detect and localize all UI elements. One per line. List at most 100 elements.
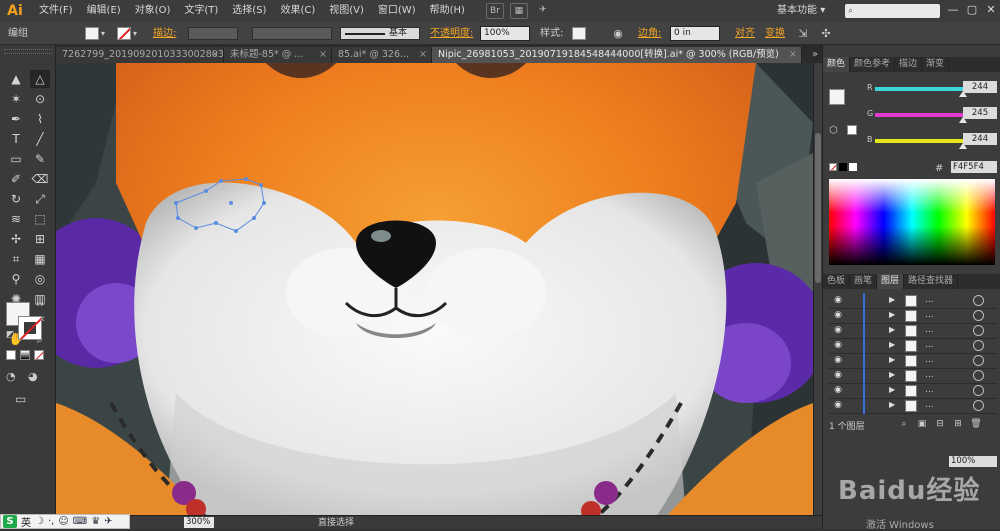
- close-icon[interactable]: ×: [319, 47, 327, 63]
- tab-gradient[interactable]: 渐变: [922, 57, 950, 72]
- target-circle-icon[interactable]: [973, 295, 984, 306]
- corner-label[interactable]: 边角:: [638, 22, 661, 45]
- layer-row[interactable]: ◉ ▶...: [829, 353, 997, 369]
- align-link[interactable]: 对齐: [735, 22, 755, 45]
- menu-type[interactable]: 文字(T): [177, 0, 225, 22]
- swap-fill-stroke-icon[interactable]: ↔: [36, 300, 44, 310]
- menu-select[interactable]: 选择(S): [225, 0, 273, 22]
- expand-arrow-icon[interactable]: ▶: [889, 355, 895, 364]
- new-sublayer-icon[interactable]: ⊟: [933, 419, 947, 431]
- tab-document-active[interactable]: Nipic_26981053_20190719184548444000[转换].…: [432, 47, 802, 63]
- ime-language[interactable]: 英: [19, 514, 33, 529]
- chevron-down-icon[interactable]: ▾: [101, 22, 105, 45]
- expand-arrow-icon[interactable]: ▶: [889, 370, 895, 379]
- none-swatch[interactable]: [829, 163, 837, 171]
- emoji-icon[interactable]: ☺: [56, 516, 70, 527]
- hex-color-field[interactable]: F4F5F4: [951, 161, 997, 173]
- expand-arrow-icon[interactable]: ▶: [889, 340, 895, 349]
- white-swatch[interactable]: [849, 163, 857, 171]
- toolbar-grip[interactable]: [4, 49, 52, 54]
- target-circle-icon[interactable]: [973, 310, 984, 321]
- corner-radius-field[interactable]: 0 in: [670, 26, 720, 41]
- tab-brushes[interactable]: 画笔: [850, 274, 878, 289]
- menu-file[interactable]: 文件(F): [32, 0, 80, 22]
- magic-wand-tool-icon[interactable]: ✶: [6, 90, 26, 108]
- tab-document-2[interactable]: 未标题-85* @ ... ×: [224, 47, 332, 63]
- color-mode-icon[interactable]: [6, 350, 16, 360]
- menu-object[interactable]: 对象(O): [128, 0, 178, 22]
- expand-arrow-icon[interactable]: ▶: [889, 325, 895, 334]
- eye-icon[interactable]: ◉: [831, 310, 845, 321]
- eye-icon[interactable]: ◉: [831, 385, 845, 396]
- menu-effect[interactable]: 效果(C): [273, 0, 322, 22]
- eye-icon[interactable]: ◉: [831, 295, 845, 306]
- pencil-tool-icon[interactable]: ✐: [6, 170, 26, 188]
- close-window-button[interactable]: ✕: [982, 0, 1000, 20]
- curvature-tool-icon[interactable]: ⌇: [30, 110, 50, 128]
- isolate-group-icon[interactable]: ⇲: [795, 26, 811, 41]
- target-circle-icon[interactable]: [973, 340, 984, 351]
- close-icon[interactable]: ×: [419, 47, 427, 63]
- moon-icon[interactable]: ☽: [33, 516, 46, 527]
- menu-view[interactable]: 视图(V): [322, 0, 371, 22]
- rotate-tool-icon[interactable]: ↻: [6, 190, 26, 208]
- direct-selection-tool-icon[interactable]: △: [30, 70, 50, 88]
- maximize-button[interactable]: ▢: [963, 0, 981, 20]
- search-input[interactable]: ⌕: [845, 4, 940, 18]
- width-tool-icon[interactable]: ≋: [6, 210, 26, 228]
- percentage-field[interactable]: 100%: [949, 456, 997, 467]
- none-mode-icon[interactable]: [34, 350, 44, 360]
- tab-color[interactable]: 颜色: [823, 57, 851, 72]
- eye-icon[interactable]: ◉: [831, 370, 845, 381]
- graphic-style-swatch[interactable]: [572, 27, 586, 40]
- fill-swatch[interactable]: [85, 27, 99, 40]
- target-circle-icon[interactable]: [973, 370, 984, 381]
- color-spectrum[interactable]: [829, 179, 995, 265]
- zoom-field[interactable]: 300%: [184, 517, 214, 528]
- variable-width-dropdown[interactable]: [252, 27, 332, 40]
- expand-arrow-icon[interactable]: ▶: [889, 295, 895, 304]
- recolor-artwork-icon[interactable]: ◉: [610, 26, 626, 41]
- paintbrush-tool-icon[interactable]: ✎: [30, 150, 50, 168]
- blend-tool-icon[interactable]: ◎: [30, 270, 50, 288]
- web-safe-icon[interactable]: [847, 125, 857, 135]
- minimize-button[interactable]: —: [944, 0, 962, 20]
- b-value-field[interactable]: 244: [963, 133, 997, 145]
- gradient-tool-icon[interactable]: ▦: [30, 250, 50, 268]
- chevron-down-icon[interactable]: ▾: [133, 22, 137, 45]
- tab-document-1[interactable]: 7262799_20190920103330028031.ai* @ ...×: [56, 47, 224, 63]
- new-layer-icon[interactable]: ⊞: [951, 419, 965, 431]
- color-fill-box[interactable]: [829, 89, 845, 105]
- tab-pathfinder[interactable]: 路径查找器: [904, 274, 959, 289]
- layer-row[interactable]: ◉ ▶...: [829, 308, 997, 324]
- tabs-overflow-icon[interactable]: »: [812, 47, 818, 63]
- shape-builder-tool-icon[interactable]: ✢: [6, 230, 26, 248]
- stroke-weight-dropdown[interactable]: [188, 27, 238, 40]
- gradient-mode-icon[interactable]: [20, 350, 30, 360]
- pen-tool-icon[interactable]: ✒: [6, 110, 26, 128]
- bridge-icon[interactable]: Br: [485, 3, 504, 19]
- eye-icon[interactable]: ◉: [831, 340, 845, 351]
- expand-arrow-icon[interactable]: ▶: [889, 385, 895, 394]
- tab-document-3[interactable]: 85.ai* @ 326... ×: [332, 47, 432, 63]
- stroke-color-box[interactable]: [18, 316, 42, 340]
- free-transform-tool-icon[interactable]: ⬚: [30, 210, 50, 228]
- perspective-grid-tool-icon[interactable]: ⊞: [30, 230, 50, 248]
- eye-icon[interactable]: ◉: [831, 325, 845, 336]
- tab-stroke[interactable]: 描边: [895, 57, 923, 72]
- menu-edit[interactable]: 编辑(E): [80, 0, 128, 22]
- selection-tool-icon[interactable]: ▲: [6, 70, 26, 88]
- eye-icon[interactable]: ◉: [831, 400, 845, 411]
- scale-tool-icon[interactable]: ⤢: [30, 190, 50, 208]
- tools-icon[interactable]: ✈: [102, 516, 114, 527]
- sync-icon[interactable]: ✈: [534, 3, 552, 19]
- mesh-tool-icon[interactable]: ⌗: [6, 250, 26, 268]
- opacity-field[interactable]: 100%: [480, 26, 530, 41]
- layer-row[interactable]: ◉ ▶...: [829, 398, 997, 414]
- stroke-swatch[interactable]: [117, 27, 131, 40]
- opacity-label[interactable]: 不透明度:: [430, 22, 473, 45]
- menu-help[interactable]: 帮助(H): [423, 0, 472, 22]
- tab-layers[interactable]: 图层: [877, 274, 905, 289]
- transform-link[interactable]: 变换: [765, 22, 785, 45]
- expand-arrow-icon[interactable]: ▶: [889, 310, 895, 319]
